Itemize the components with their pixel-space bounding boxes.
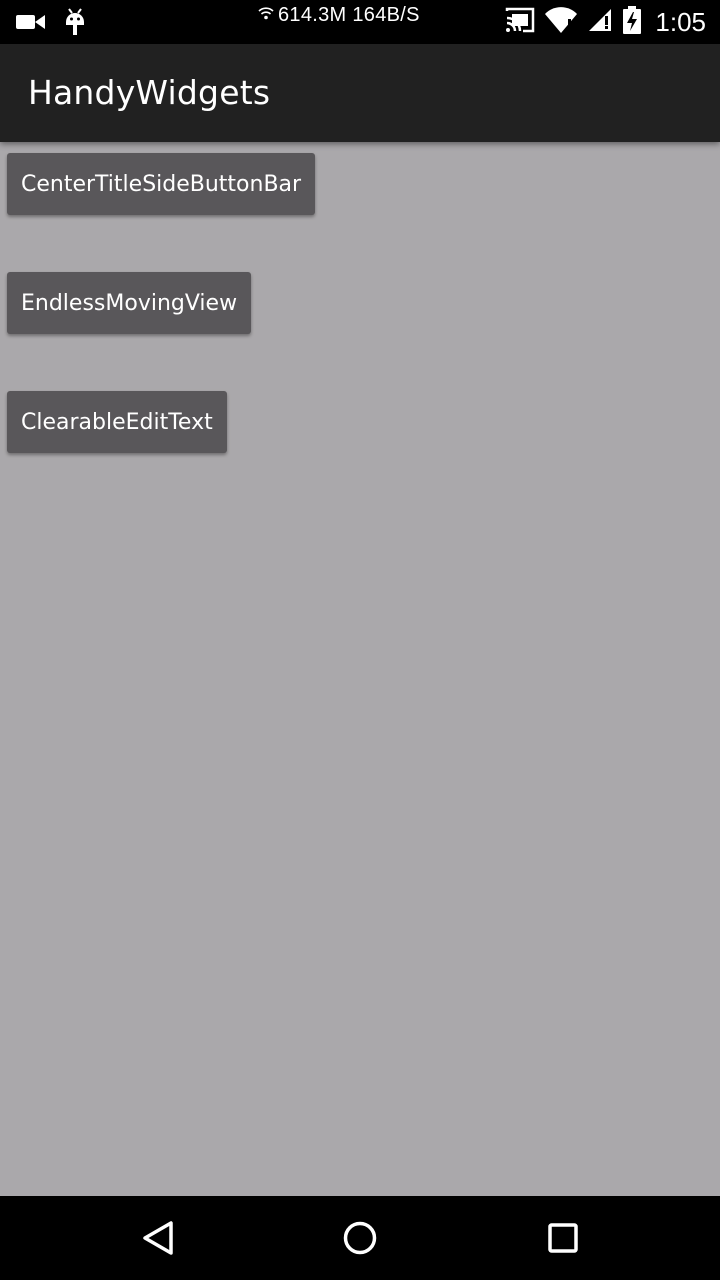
status-time: 1:05 [655,7,706,37]
clearable-edit-text-button[interactable]: ClearableEditText [7,391,227,453]
network-speed-indicator: 614.3M 164B/S [258,4,420,27]
status-bar: 614.3M 164B/S 1:05 [0,0,720,44]
app-title: HandyWidgets [28,73,271,112]
signal-icon [587,7,613,38]
screen: 614.3M 164B/S 1:05 HandyWidgets CenterTi… [0,0,720,1280]
status-left-icons [16,8,86,41]
center-title-side-button-bar-button[interactable]: CenterTitleSideButtonBar [7,153,316,215]
battery-charging-icon [623,6,642,39]
home-icon[interactable] [336,1214,384,1262]
back-icon[interactable] [134,1214,182,1262]
network-speed-text: 614.3M 164B/S [278,4,420,26]
endless-moving-view-button[interactable]: EndlessMovingView [7,272,252,334]
navigation-bar [0,1196,720,1280]
video-camera-icon [16,12,46,37]
app-bar: HandyWidgets [0,44,720,142]
wifi-small-icon [258,4,274,27]
recents-icon[interactable] [539,1214,587,1262]
content-area: CenterTitleSideButtonBar EndlessMovingVi… [0,142,720,1196]
cast-icon [505,7,535,38]
wifi-icon [545,7,578,38]
android-debug-icon [64,8,86,41]
status-right-icons: 1:05 [505,6,706,39]
